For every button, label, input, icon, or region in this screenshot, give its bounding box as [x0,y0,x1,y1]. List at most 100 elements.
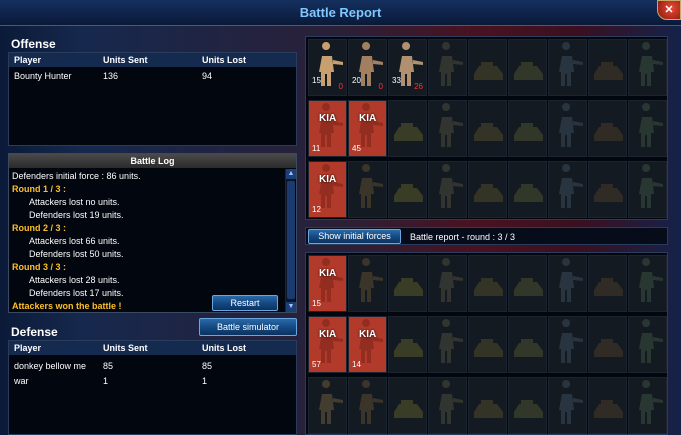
log-line: Attackers lost 66 units. [29,236,120,246]
empty-unit-slot[interactable] [468,255,507,312]
battle-simulator-button[interactable]: Battle simulator [199,318,297,336]
empty-unit-slot[interactable] [548,255,587,312]
soldier-icon [559,164,583,208]
empty-unit-slot[interactable] [588,100,627,157]
empty-unit-slot[interactable] [468,161,507,218]
empty-unit-slot[interactable] [628,255,667,312]
battle-log-heading: Battle Log [9,154,296,168]
soldier-icon [359,258,383,302]
soldier-icon [559,380,583,424]
log-line: Round 3 / 3 : [12,262,66,272]
empty-unit-slot[interactable] [628,161,667,218]
unit-slot[interactable]: KIA 15 [308,255,347,312]
scroll-down-arrow-icon[interactable]: ▼ [286,302,296,312]
kia-badge: KIA [319,174,337,185]
empty-unit-slot[interactable] [308,377,347,434]
vehicle-icon [474,184,503,202]
empty-unit-slot[interactable] [628,100,667,157]
soldier-icon [439,258,463,302]
empty-unit-slot[interactable] [628,316,667,373]
defense-table-header: Player Units Sent Units Lost [9,341,296,355]
unit-slot[interactable]: KIA 45 [348,100,387,157]
close-button[interactable]: ✕ [657,0,681,20]
empty-unit-slot[interactable] [508,100,547,157]
empty-unit-slot[interactable] [468,377,507,434]
empty-unit-slot[interactable] [348,377,387,434]
scroll-thumb[interactable] [287,181,295,299]
unit-slot[interactable]: KIA 12 [308,161,347,218]
empty-unit-slot[interactable] [388,316,427,373]
title-bar: Battle Report ✕ [0,0,681,26]
units-lost: 85 [202,361,213,371]
scroll-up-arrow-icon[interactable]: ▲ [286,169,296,179]
soldier-icon [559,42,583,86]
soldier-icon [639,380,663,424]
empty-unit-slot[interactable] [628,39,667,96]
empty-unit-slot[interactable] [348,161,387,218]
vehicle-icon [474,400,503,418]
unit-slot[interactable]: KIA 11 [308,100,347,157]
empty-unit-slot[interactable] [388,377,427,434]
empty-unit-slot[interactable] [348,255,387,312]
empty-unit-slot[interactable] [388,255,427,312]
unit-slot[interactable]: 15 0 [308,39,347,96]
round-bar: Show initial forces Battle report - roun… [305,227,668,245]
player-name: Bounty Hunter [14,71,72,81]
empty-unit-slot[interactable] [588,377,627,434]
vehicle-icon [594,400,623,418]
empty-unit-slot[interactable] [468,100,507,157]
empty-unit-slot[interactable] [548,100,587,157]
empty-unit-slot[interactable] [588,39,627,96]
empty-unit-slot[interactable] [548,377,587,434]
empty-unit-slot[interactable] [548,39,587,96]
soldier-icon [639,164,663,208]
restart-button[interactable]: Restart [212,295,278,311]
log-scrollbar[interactable]: ▲ ▼ [285,169,296,312]
empty-unit-slot[interactable] [428,377,467,434]
empty-unit-slot[interactable] [428,316,467,373]
soldier-icon [559,319,583,363]
vehicle-icon [474,278,503,296]
empty-unit-slot[interactable] [508,255,547,312]
log-line: Round 2 / 3 : [12,223,66,233]
close-icon: ✕ [664,4,674,16]
show-initial-forces-button[interactable]: Show initial forces [308,229,401,244]
unit-count: 57 [312,360,321,369]
empty-unit-slot[interactable] [428,161,467,218]
vehicle-icon [594,278,623,296]
empty-unit-slot[interactable] [428,255,467,312]
empty-unit-slot[interactable] [468,39,507,96]
empty-unit-slot[interactable] [508,39,547,96]
empty-unit-slot[interactable] [428,100,467,157]
empty-unit-slot[interactable] [548,161,587,218]
unit-slot[interactable]: 33 26 [388,39,427,96]
empty-unit-slot[interactable] [508,377,547,434]
empty-unit-slot[interactable] [388,100,427,157]
offense-table: Player Units Sent Units Lost Bounty Hunt… [8,52,297,146]
empty-unit-slot[interactable] [468,316,507,373]
battle-report-window: Battle Report ✕ Offense Player Units Sen… [0,0,681,435]
battle-log-panel: Battle Log Defenders initial force : 86 … [8,153,297,313]
empty-unit-slot[interactable] [508,161,547,218]
kia-badge: KIA [319,329,337,340]
soldier-icon [439,42,463,86]
empty-unit-slot[interactable] [428,39,467,96]
empty-unit-slot[interactable] [548,316,587,373]
unit-slot[interactable]: KIA 14 [348,316,387,373]
unit-slot[interactable]: KIA 57 [308,316,347,373]
soldier-icon [639,42,663,86]
empty-unit-slot[interactable] [588,161,627,218]
units-sent: 1 [103,376,109,386]
soldier-icon [359,380,383,424]
unit-count: 20 [352,76,361,85]
vehicle-icon [594,62,623,80]
empty-unit-slot[interactable] [508,316,547,373]
column-header: Units Lost [202,343,246,353]
empty-unit-slot[interactable] [388,161,427,218]
empty-unit-slot[interactable] [588,255,627,312]
soldier-icon [439,164,463,208]
unit-slot[interactable]: 20 0 [348,39,387,96]
empty-unit-slot[interactable] [588,316,627,373]
empty-unit-slot[interactable] [628,377,667,434]
unit-lost-count: 0 [378,82,383,91]
